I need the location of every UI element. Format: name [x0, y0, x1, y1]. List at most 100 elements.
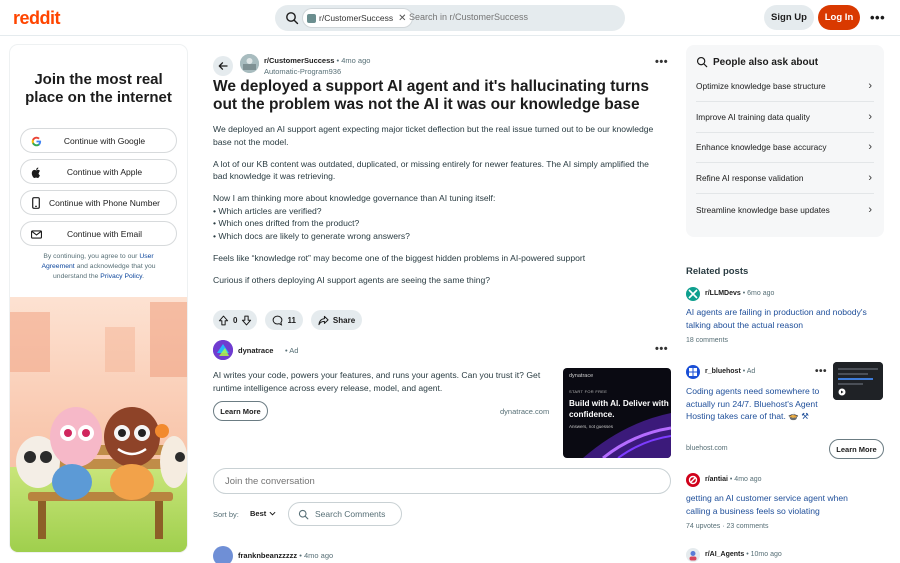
post-list-item: • Which ones drifted from the product? — [213, 218, 360, 228]
related-post-stats: 74 upvotes · 23 comments — [686, 523, 769, 530]
related-sub-link[interactable]: r_bluehost — [705, 368, 741, 375]
ask-item[interactable]: Optimize knowledge base structure › — [696, 71, 874, 102]
chip-label: r/CustomerSuccess — [319, 13, 394, 23]
advertiser-name[interactable]: dynatrace — [238, 346, 273, 355]
ad-badge: • Ad — [285, 346, 299, 355]
related-ad-more-icon[interactable]: ••• — [815, 366, 827, 377]
email-icon — [30, 228, 42, 240]
promo-terms: By continuing, you agree to our User Agr… — [28, 252, 169, 282]
ask-item-label: Optimize knowledge base structure — [696, 81, 826, 91]
related-sub-avatar[interactable] — [686, 365, 700, 379]
reddit-logo[interactable]: reddit — [13, 8, 61, 29]
related-posts-title: Related posts — [686, 266, 749, 277]
ad-more-icon[interactable]: ••• — [655, 343, 668, 355]
continue-phone-button[interactable]: Continue with Phone Number — [20, 190, 177, 215]
continue-google-button[interactable]: Continue with Google — [20, 128, 177, 153]
back-button[interactable] — [213, 56, 233, 76]
ask-item[interactable]: Improve AI training data quality › — [696, 102, 874, 133]
comment-icon — [273, 315, 283, 326]
post-paragraph: We deployed an AI support agent expectin… — [213, 124, 654, 147]
related-sub-avatar[interactable] — [686, 548, 700, 562]
related-sub-link[interactable]: r/LLMDevs — [705, 290, 741, 297]
ad-image-subtitle: Answers, not guesses — [569, 424, 614, 429]
subreddit-search-chip[interactable]: r/CustomerSuccess ✕ — [303, 9, 412, 27]
sort-dropdown[interactable]: Best — [250, 509, 276, 518]
commenter-avatar[interactable] — [213, 546, 233, 563]
upvote-icon[interactable] — [218, 315, 229, 326]
comments-button[interactable]: 11 — [265, 310, 303, 330]
signup-promo-card: Join the most real place on the internet… — [10, 45, 187, 552]
comment-count: 11 — [287, 315, 296, 325]
subreddit-avatar[interactable] — [240, 54, 259, 73]
people-also-ask-title: People also ask about — [713, 57, 819, 68]
related-post-stats: 18 comments — [686, 337, 729, 344]
arrow-left-icon — [218, 62, 228, 70]
terms-text-end: . — [142, 273, 144, 280]
login-button[interactable]: Log In — [818, 5, 860, 30]
continue-apple-button[interactable]: Continue with Apple — [20, 159, 177, 184]
share-label: Share — [332, 315, 356, 325]
ad-domain[interactable]: dynatrace.com — [500, 407, 549, 416]
related-post-age: • 10mo ago — [746, 551, 782, 558]
promo-illustration — [10, 297, 187, 552]
ad-image-headline: Build with AI. Deliver with confidence. — [569, 399, 669, 419]
comment-composer[interactable] — [213, 468, 671, 494]
related-post-title[interactable]: Coding agents need somewhere to actually… — [686, 385, 826, 423]
share-button[interactable]: Share — [310, 310, 363, 330]
continue-email-button[interactable]: Continue with Email — [20, 221, 177, 246]
sort-label: Sort by: — [213, 510, 239, 519]
continue-email-label: Continue with Email — [66, 228, 143, 239]
ad-learn-more-button[interactable]: Learn More — [213, 401, 268, 421]
related-ad-thumbnail[interactable] — [833, 362, 883, 400]
vote-control: 0 — [213, 310, 258, 330]
post-paragraph: Curious if others deploying AI support a… — [213, 274, 491, 285]
post-actions: 0 11 Share — [213, 310, 363, 330]
ask-item[interactable]: Refine AI response validation › — [696, 163, 874, 194]
post-title: We deployed a support AI agent and it's … — [213, 78, 650, 113]
post-line: Now I am thinking more about knowledge g… — [213, 193, 496, 203]
post-paragraph: A lot of our KB content was outdated, du… — [213, 158, 649, 182]
chevron-right-icon: › — [868, 141, 872, 153]
post-age: • 4mo ago — [336, 56, 371, 65]
chevron-right-icon: › — [868, 111, 872, 123]
post-more-icon[interactable]: ••• — [655, 56, 668, 68]
more-options-icon[interactable]: ••• — [870, 10, 885, 25]
related-post-meta: r/LLMDevs • 6mo ago — [705, 290, 774, 297]
related-post-age: • 6mo ago — [742, 290, 775, 297]
related-sub-avatar[interactable] — [686, 473, 700, 487]
signup-button[interactable]: Sign Up — [764, 5, 814, 30]
sort-value: Best — [250, 509, 267, 518]
search-comments-input[interactable]: Search Comments — [288, 502, 402, 526]
share-icon — [318, 315, 329, 325]
downvote-icon[interactable] — [241, 315, 252, 326]
related-post-meta: r/AI_Agents • 10mo ago — [705, 551, 782, 558]
ad-image[interactable]: dynatrace START FOR FREE Build with AI. … — [563, 368, 671, 458]
ask-item[interactable]: Streamline knowledge base updates › — [696, 194, 874, 225]
subreddit-link[interactable]: r/CustomerSuccess — [264, 56, 334, 65]
related-sub-avatar[interactable] — [686, 287, 700, 301]
search-icon — [298, 509, 309, 519]
ask-item[interactable]: Enhance knowledge base accuracy › — [696, 132, 874, 163]
continue-phone-label: Continue with Phone Number — [48, 197, 161, 208]
commenter-name[interactable]: franknbeanzzzzz — [238, 551, 297, 560]
ask-item-label: Improve AI training data quality — [696, 112, 810, 122]
post-paragraph: Feels like “knowledge rot” may become on… — [213, 252, 586, 263]
related-ad-domain[interactable]: bluehost.com — [686, 445, 728, 452]
related-sub-link[interactable]: r/AI_Agents — [705, 551, 744, 558]
post-body: We deployed an AI support agent expectin… — [213, 123, 665, 296]
post-author[interactable]: Automatic-Program936 — [264, 67, 341, 76]
advertiser-avatar[interactable] — [213, 340, 233, 360]
search-icon — [286, 12, 299, 25]
ad-image-brand: dynatrace — [569, 373, 594, 379]
related-post-title[interactable]: getting an AI customer service agent whe… — [686, 492, 870, 517]
ad-image-cta: START FOR FREE — [569, 389, 608, 394]
comment-age: • 4mo ago — [299, 551, 334, 560]
search-input[interactable] — [409, 12, 609, 22]
google-icon — [30, 135, 42, 147]
related-sub-link[interactable]: r/antiai — [705, 476, 728, 483]
related-ad-learn-more-button[interactable]: Learn More — [829, 439, 884, 459]
continue-apple-label: Continue with Apple — [66, 166, 143, 177]
privacy-policy-link[interactable]: Privacy Policy — [100, 273, 142, 280]
close-icon[interactable]: ✕ — [398, 13, 406, 24]
related-post-title[interactable]: AI agents are failing in production and … — [686, 306, 870, 331]
